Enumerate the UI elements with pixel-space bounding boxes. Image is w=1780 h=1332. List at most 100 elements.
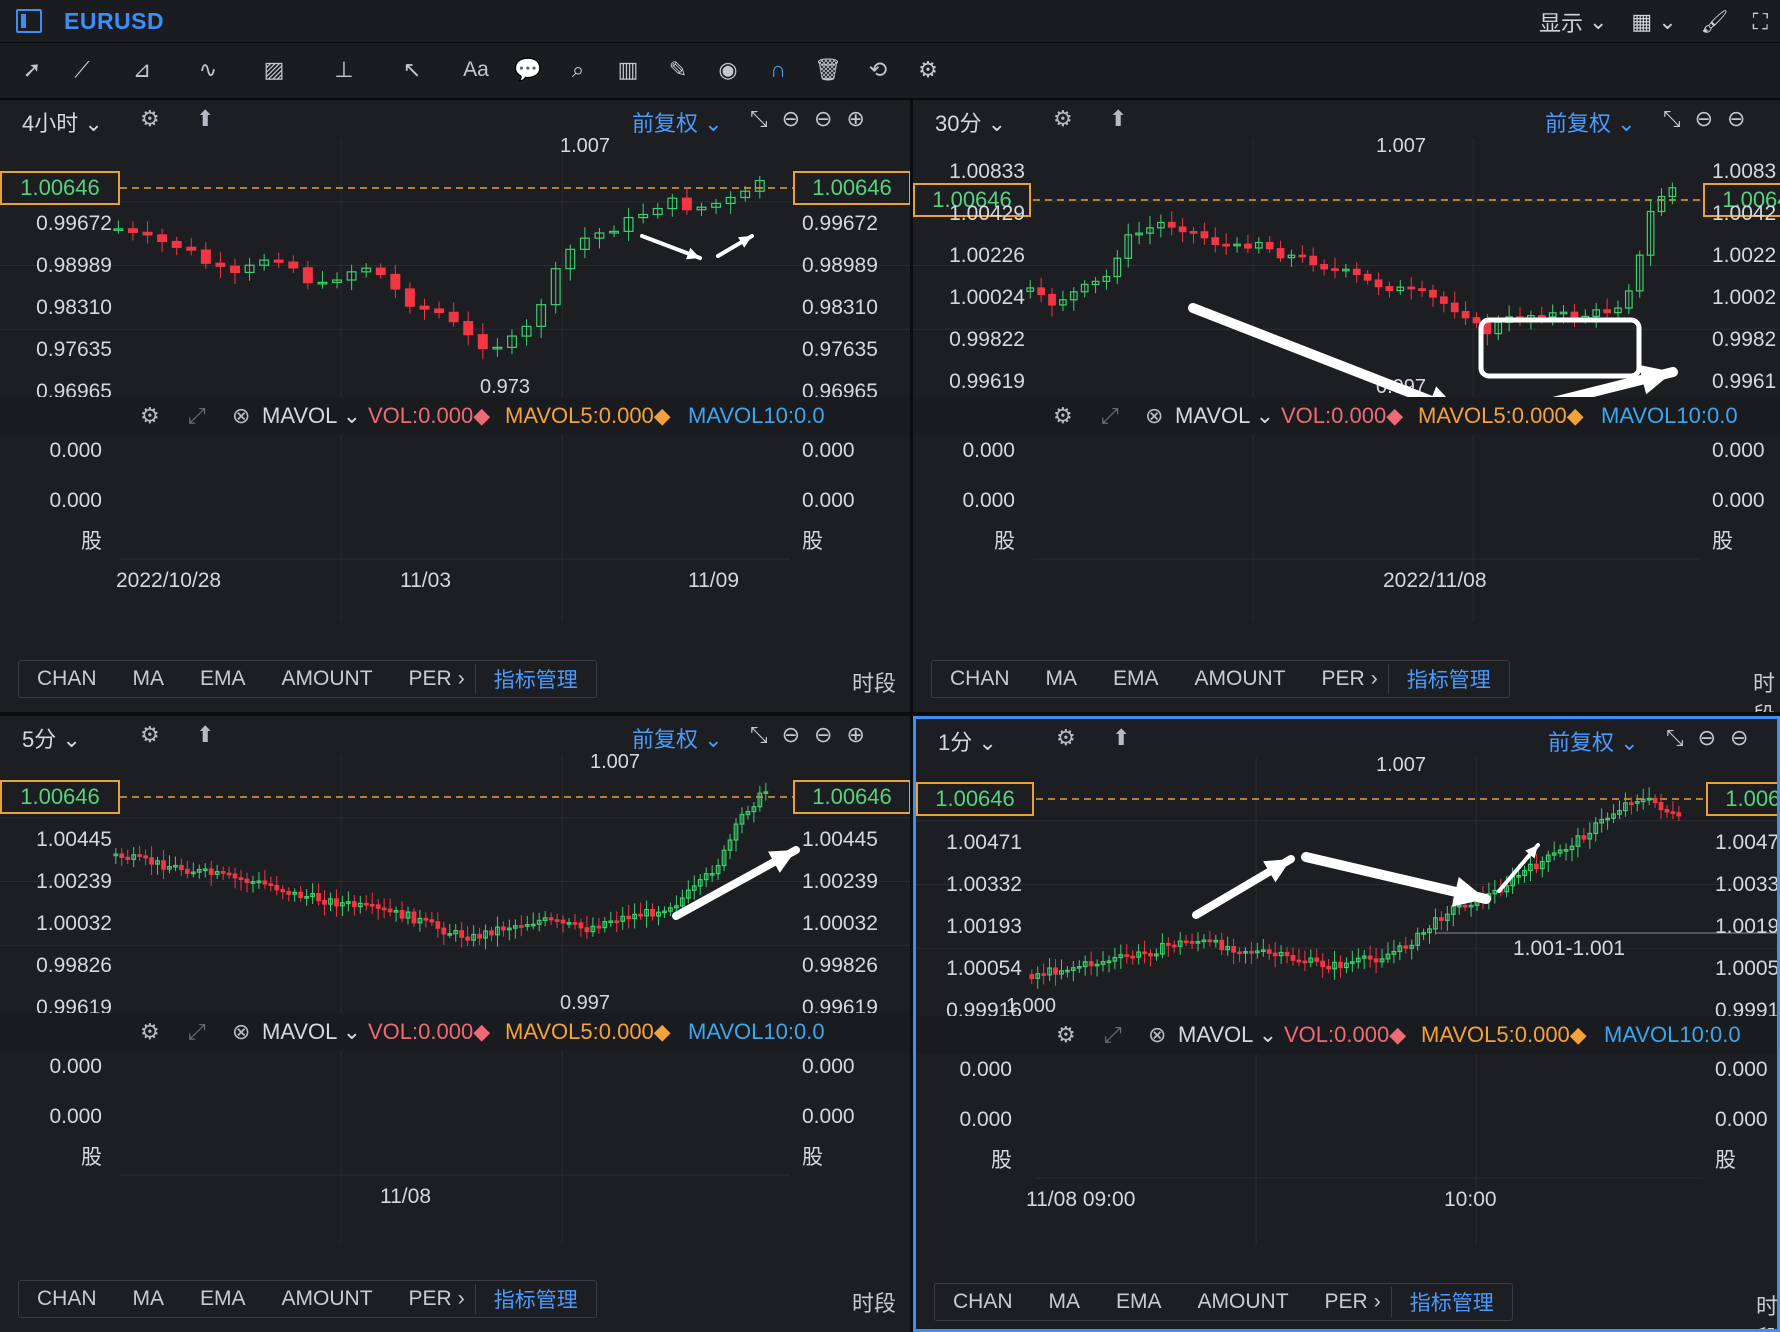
indicator-ma[interactable]: MA (1028, 667, 1096, 691)
expand-icon[interactable]: ⤢ (1104, 1022, 1122, 1048)
layout-grid-button[interactable]: ▦ ⌄ (1631, 9, 1676, 35)
trash-icon[interactable]: 🗑 (810, 53, 846, 87)
indicator-amount[interactable]: AMOUNT (1180, 1290, 1307, 1314)
chevron-right-icon[interactable]: › (458, 667, 475, 691)
vertical-divider[interactable] (910, 100, 913, 1332)
brush-button[interactable]: 🖌 (1701, 9, 1729, 35)
trendline-icon[interactable]: ⟋ (64, 53, 100, 87)
time-segment-button[interactable]: 时段 (1756, 1289, 1777, 1329)
measure-icon[interactable]: ⊥ (326, 53, 362, 87)
wave-icon[interactable]: ∿ (190, 53, 226, 87)
indicator-ema[interactable]: EMA (182, 667, 264, 691)
indicator-ma[interactable]: MA (115, 667, 183, 691)
candle (429, 919, 435, 923)
chevron-right-icon[interactable]: › (1371, 667, 1388, 691)
display-menu[interactable]: 显示 ⌄ (1539, 6, 1607, 38)
mavol5-value: MAVOL5:0.000◆ (505, 1019, 671, 1044)
candle (1189, 941, 1195, 944)
candles-icon[interactable]: ▥ (610, 53, 646, 87)
gear-icon[interactable]: ⚙ (140, 403, 160, 429)
cursor-icon[interactable]: ➚ (14, 53, 50, 87)
expand-icon[interactable]: ⤢ (1101, 403, 1119, 429)
candle (273, 259, 284, 263)
candle (1533, 863, 1539, 870)
gear-icon[interactable]: ⚙ (140, 1019, 160, 1045)
fullscreen-button[interactable]: ⛶ (1753, 9, 1768, 35)
chart-panel[interactable]: 4小时 ⌄ ⚙ ⬆ 前复权 ⌄ ⤡ ⊖ ⊖ ⊕ 1.007 0.973 1.00646 1.00646… (0, 100, 910, 712)
candle (369, 903, 375, 907)
close-icon[interactable]: ⊗ (232, 403, 250, 429)
eye-icon[interactable]: ◉ (710, 53, 746, 87)
candle (578, 922, 584, 929)
gear-icon[interactable]: ⚙ (1056, 1022, 1076, 1048)
indicator-manager-button[interactable]: 指标管理 (1390, 1287, 1512, 1317)
indicator-manager-button[interactable]: 指标管理 (474, 664, 596, 694)
time-segment-button[interactable]: 时段 (1753, 666, 1780, 712)
comment-icon[interactable]: 💬 (510, 53, 546, 87)
indicator-ema[interactable]: EMA (1095, 667, 1177, 691)
sync-icon[interactable]: ⟲ (860, 53, 896, 87)
mavol-select[interactable]: MAVOL ⌄ (262, 1019, 361, 1045)
indicator-per[interactable]: PER (391, 1287, 458, 1311)
arrow-icon[interactable]: ↖ (394, 53, 430, 87)
expand-icon[interactable]: ⤢ (188, 403, 206, 429)
y-axis-label-right: 0.9961 (1712, 369, 1777, 393)
candle (1628, 802, 1634, 805)
chart-panel[interactable]: 5分 ⌄ ⚙ ⬆ 前复权 ⌄ ⤡ ⊖ ⊖ ⊕ 1.007 0.997 1.00646 1.00646 1… (0, 716, 910, 1332)
chevron-right-icon[interactable]: › (458, 1287, 475, 1311)
indicator-chan[interactable]: CHAN (19, 667, 115, 691)
channel-icon[interactable]: ⊿ (124, 53, 160, 87)
indicator-ema[interactable]: EMA (1098, 1290, 1180, 1314)
candle (230, 265, 240, 274)
candle (1309, 255, 1318, 266)
fib-icon[interactable]: ▨ (256, 53, 292, 87)
chart-panel[interactable]: 1分 ⌄ ⚙ ⬆ 前复权 ⌄ ⤡ ⊖ ⊖ 1.007 1.000 1.001-1.001 1.006… (913, 716, 1780, 1332)
y-axis-label-right: 1.0083 (1712, 160, 1777, 183)
indicator-ma[interactable]: MA (1031, 1290, 1099, 1314)
candle (1296, 959, 1302, 963)
indicator-amount[interactable]: AMOUNT (1177, 667, 1304, 691)
close-icon[interactable]: ⊗ (232, 1019, 250, 1045)
indicator-manager-button[interactable]: 指标管理 (1387, 664, 1509, 694)
indicator-per[interactable]: PER (1304, 667, 1371, 691)
close-icon[interactable]: ⊗ (1145, 403, 1163, 429)
close-icon[interactable]: ⊗ (1148, 1022, 1166, 1048)
volume-axis-label-left: 股 (994, 530, 1015, 553)
candle (1037, 287, 1046, 296)
text-tool-icon[interactable]: Aa (458, 53, 494, 87)
indicator-amount[interactable]: AMOUNT (264, 667, 391, 691)
time-segment-button[interactable]: 时段 (852, 1286, 896, 1318)
candle (1171, 944, 1177, 948)
candle (1407, 286, 1416, 290)
mavol-select[interactable]: MAVOL ⌄ (1178, 1022, 1277, 1048)
indicator-ma[interactable]: MA (115, 1287, 183, 1311)
volume-header: ⚙ ⤢ ⊗ MAVOL ⌄ VOL:0.000◆ MAVOL5:0.000◆ MAVOL10… (913, 397, 1780, 435)
eraser-icon[interactable]: ✎ (660, 53, 696, 87)
indicator-per[interactable]: PER (1307, 1290, 1374, 1314)
indicator-chan[interactable]: CHAN (935, 1290, 1031, 1314)
volume-axis-label-left: 0.000 (959, 1058, 1012, 1081)
zoom-icon[interactable]: ⌕ (560, 53, 596, 87)
indicator-chan[interactable]: CHAN (19, 1287, 115, 1311)
candle (626, 915, 632, 920)
expand-icon[interactable]: ⤢ (188, 1019, 206, 1045)
mavol-select[interactable]: MAVOL ⌄ (1175, 403, 1274, 429)
indicator-per[interactable]: PER (391, 667, 458, 691)
indicator-manager-button[interactable]: 指标管理 (474, 1284, 596, 1314)
magnet-icon[interactable]: ∩ (760, 53, 796, 87)
candle (1385, 286, 1394, 292)
gear-icon[interactable]: ⚙ (1053, 403, 1073, 429)
chevron-right-icon[interactable]: › (1374, 1290, 1391, 1314)
candle (404, 288, 415, 307)
indicator-amount[interactable]: AMOUNT (264, 1287, 391, 1311)
sidebar-toggle-icon[interactable] (16, 9, 42, 33)
chart-panel[interactable]: 30分 ⌄⚙⬆前复权 ⌄⤡⊖⊖1.0070.9971.006461.006461… (913, 100, 1780, 712)
symbol-title[interactable]: EURUSD (64, 8, 164, 35)
horizontal-divider[interactable] (0, 712, 1780, 716)
mavol-select[interactable]: MAVOL ⌄ (262, 403, 361, 429)
indicator-chan[interactable]: CHAN (932, 667, 1028, 691)
settings-icon[interactable]: ⚙ (910, 53, 946, 87)
time-segment-button[interactable]: 时段 (852, 666, 896, 698)
candle (220, 871, 226, 874)
indicator-ema[interactable]: EMA (182, 1287, 264, 1311)
